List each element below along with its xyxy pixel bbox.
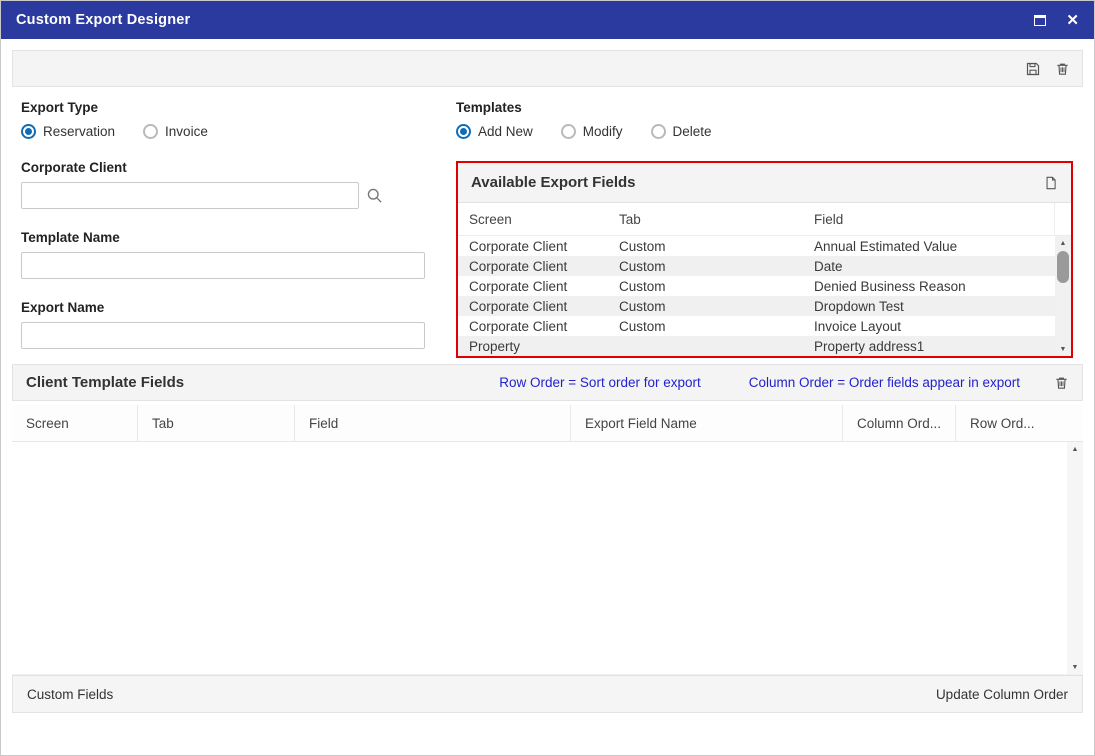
- column-header[interactable]: Row Ord...: [956, 405, 1046, 441]
- table-cell: Corporate Client: [469, 238, 568, 254]
- radio-modify[interactable]: Modify: [560, 124, 623, 139]
- update-column-order-button[interactable]: Update Column Order: [936, 687, 1068, 702]
- table-row[interactable]: Corporate Client Custom Date: [458, 256, 1055, 276]
- upper-section: Export Type Reservation Invoice Corporate…: [12, 100, 1083, 358]
- available-export-fields-panel: Available Export Fields Screen Tab Field C…: [456, 161, 1073, 358]
- radio-label: Modify: [582, 124, 623, 139]
- export-type-radios: Reservation Invoice: [21, 124, 456, 139]
- column-header[interactable]: Field: [295, 405, 571, 441]
- column-header[interactable]: Screen: [458, 212, 608, 227]
- radio-icon: [650, 124, 666, 139]
- column-header[interactable]: Export Field Name: [571, 405, 843, 441]
- template-name-field: Template Name: [21, 230, 456, 279]
- delete-icon[interactable]: [1055, 61, 1070, 77]
- radio-delete[interactable]: Delete: [650, 124, 712, 139]
- available-fields-header: Available Export Fields: [458, 163, 1071, 203]
- radio-invoice[interactable]: Invoice: [143, 124, 208, 139]
- template-name-label: Template Name: [21, 230, 120, 245]
- scroll-up-icon[interactable]: ▲: [1067, 442, 1083, 456]
- table-cell: Corporate Client: [469, 258, 568, 274]
- custom-fields-button[interactable]: Custom Fields: [27, 687, 113, 702]
- column-header[interactable]: Tab: [608, 212, 803, 227]
- radio-reservation[interactable]: Reservation: [21, 124, 115, 139]
- table-cell: Custom: [619, 278, 666, 294]
- radio-label: Delete: [672, 124, 712, 139]
- column-header[interactable]: Screen: [12, 405, 138, 441]
- table-cell: Custom: [619, 258, 666, 274]
- table-cell: Property: [469, 338, 521, 354]
- table-cell: Custom: [619, 318, 666, 334]
- template-name-input[interactable]: [21, 252, 425, 279]
- column-header[interactable]: Tab: [138, 405, 295, 441]
- scroll-down-icon[interactable]: ▼: [1067, 660, 1083, 674]
- table-cell: Custom: [619, 298, 666, 314]
- corporate-client-input[interactable]: [21, 182, 359, 209]
- client-template-fields-title: Client Template Fields: [26, 374, 185, 391]
- corporate-client-label: Corporate Client: [21, 160, 127, 175]
- table-cell: Annual Estimated Value: [814, 238, 958, 254]
- radio-label: Add New: [478, 124, 533, 139]
- available-fields-column-headers: Screen Tab Field: [458, 203, 1071, 236]
- radio-icon: [456, 124, 471, 139]
- export-name-input[interactable]: [21, 322, 425, 349]
- copy-page-icon[interactable]: [1044, 175, 1058, 191]
- radio-icon: [21, 124, 36, 139]
- radio-icon: [143, 124, 159, 139]
- titlebar: Custom Export Designer ✕: [1, 1, 1094, 39]
- available-fields-table: Corporate Client Custom Annual Estimated V…: [458, 236, 1071, 356]
- templates-label: Templates: [456, 100, 522, 115]
- maximize-icon[interactable]: [1034, 14, 1047, 26]
- scroll-down-icon[interactable]: ▼: [1055, 342, 1071, 356]
- footer-bar: Custom Fields Update Column Order: [12, 675, 1083, 713]
- scroll-up-icon[interactable]: ▲: [1055, 236, 1071, 250]
- table-cell: Date: [814, 258, 843, 274]
- available-fields-scrollbar[interactable]: ▲ ▼: [1055, 236, 1071, 356]
- table-cell: Denied Business Reason: [814, 278, 966, 294]
- custom-export-designer-window: Custom Export Designer ✕ Export Type Res…: [0, 0, 1095, 756]
- table-cell: Custom: [619, 238, 666, 254]
- export-name-label: Export Name: [21, 300, 105, 315]
- client-template-fields-column-headers: Screen Tab Field Export Field Name Column Or…: [12, 405, 1083, 442]
- export-type-label: Export Type: [21, 100, 99, 115]
- templates-radios: Add New Modify Delete: [456, 124, 1083, 139]
- table-row[interactable]: Property Property address1: [458, 336, 1055, 356]
- scrollbar-thumb[interactable]: [1057, 251, 1069, 283]
- right-column: Templates Add New Modify Delete Available …: [456, 100, 1083, 358]
- titlebar-controls: ✕: [1034, 13, 1079, 28]
- radio-label: Invoice: [165, 124, 208, 139]
- delete-template-fields-icon[interactable]: [1054, 375, 1069, 391]
- table-cell: Corporate Client: [469, 318, 568, 334]
- top-toolbar: [12, 50, 1083, 87]
- radio-icon: [560, 124, 576, 139]
- available-fields-title: Available Export Fields: [471, 174, 636, 191]
- table-row[interactable]: Corporate Client Custom Annual Estimated V…: [458, 236, 1055, 256]
- corporate-client-field: Corporate Client: [21, 160, 456, 209]
- table-cell: Property address1: [814, 338, 925, 354]
- column-header[interactable]: Column Ord...: [843, 405, 956, 441]
- window-title: Custom Export Designer: [16, 12, 191, 28]
- row-order-link[interactable]: Row Order = Sort order for export: [499, 375, 700, 390]
- client-template-fields-scrollbar[interactable]: ▲ ▼: [1067, 442, 1083, 674]
- left-column: Export Type Reservation Invoice Corporate…: [12, 100, 456, 358]
- table-row[interactable]: Corporate Client Custom Denied Business Re…: [458, 276, 1055, 296]
- table-row[interactable]: Corporate Client Custom Invoice Layout: [458, 316, 1055, 336]
- table-cell: Invoice Layout: [814, 318, 902, 334]
- table-cell: Corporate Client: [469, 278, 568, 294]
- table-row[interactable]: Corporate Client Custom Dropdown Test: [458, 296, 1055, 316]
- table-cell: Corporate Client: [469, 298, 568, 314]
- dialog-content: Export Type Reservation Invoice Corporate…: [1, 39, 1094, 713]
- column-header[interactable]: Field: [803, 203, 1055, 235]
- client-template-fields-table: ▲ ▼: [12, 442, 1083, 675]
- save-icon[interactable]: [1025, 61, 1041, 77]
- close-icon[interactable]: ✕: [1066, 13, 1079, 28]
- client-template-fields-header: Client Template Fields Row Order = Sort …: [12, 364, 1083, 401]
- export-name-field: Export Name: [21, 300, 456, 349]
- search-icon[interactable]: [366, 187, 383, 204]
- radio-label: Reservation: [43, 124, 116, 139]
- column-order-link[interactable]: Column Order = Order fields appear in ex…: [749, 375, 1020, 390]
- radio-add-new[interactable]: Add New: [456, 124, 533, 139]
- table-cell: Dropdown Test: [814, 298, 904, 314]
